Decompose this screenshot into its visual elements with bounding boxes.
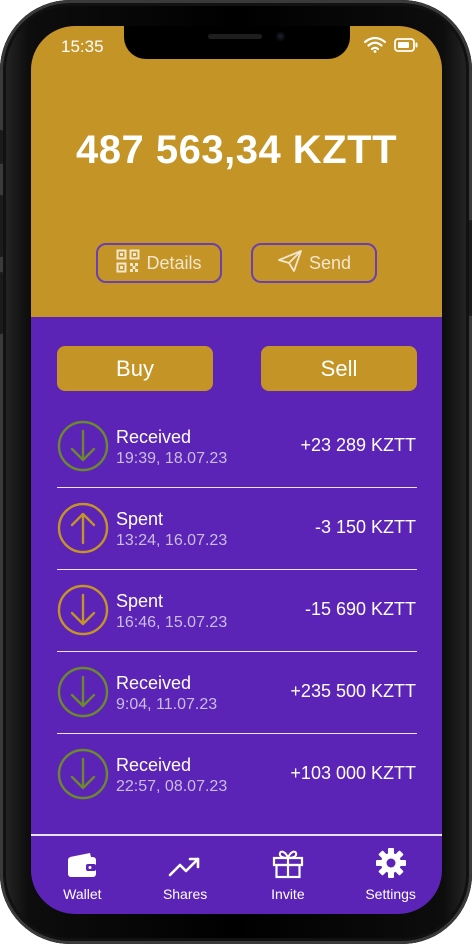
buy-button[interactable]: Buy [57,346,213,391]
transaction-type: Received [116,427,192,447]
transaction-row[interactable]: Received 22:57, 08.07.23 +103 000 KZTT [31,734,442,816]
wallet-balance: 487 563,34 KZTT [76,128,397,172]
transaction-row[interactable]: Spent 16:46, 15.07.23 -15 690 KZTT [31,570,442,652]
details-label: Details [146,252,202,273]
arrow-down-icon [57,584,109,636]
tab-label: Settings [365,886,416,902]
transaction-amount: +235 500 KZTT [290,681,416,701]
volume-down-button [0,272,3,334]
transaction-row[interactable]: Received 19:39, 18.07.23 +23 289 KZTT [31,406,442,488]
details-button[interactable]: Details [96,243,222,283]
tab-invite[interactable]: Invite [237,836,340,914]
transaction-amount: -15 690 KZTT [304,599,416,619]
transaction-amount: -3 150 KZTT [314,517,416,537]
phone-frame: 15:35 487 563,34 KZTT Details Send Buy S… [0,0,472,944]
wifi-icon [363,36,387,58]
tab-bar: Wallet Shares Invite Settings [31,836,442,914]
send-button[interactable]: Send [251,243,377,283]
gear-icon [375,847,407,882]
transaction-amount: +23 289 KZTT [300,435,416,455]
arrow-down-icon [57,420,109,472]
qr-code-icon [116,249,140,278]
paper-plane-icon [277,249,303,278]
front-camera [276,32,285,41]
transaction-type: Received [116,755,192,775]
wallet-icon [66,851,98,882]
transaction-row[interactable]: Received 9:04, 11.07.23 +235 500 KZTT [31,652,442,734]
transaction-date: 16:46, 15.07.23 [116,614,228,631]
status-icons [363,36,418,58]
arrow-down-icon [57,666,109,718]
tab-settings[interactable]: Settings [339,836,442,914]
transaction-date: 13:24, 16.07.23 [116,532,228,549]
volume-up-button [0,195,3,257]
send-label: Send [308,252,352,273]
balance-header: 15:35 487 563,34 KZTT Details Send [31,26,442,317]
arrow-down-icon [57,748,109,800]
sell-button[interactable]: Sell [261,346,417,391]
arrow-up-icon [57,502,109,554]
transaction-type: Spent [116,591,164,611]
transaction-date: 19:39, 18.07.23 [116,450,228,467]
tab-label: Wallet [63,886,102,902]
battery-icon [394,37,418,57]
notch [124,26,350,59]
tab-shares[interactable]: Shares [134,836,237,914]
transaction-date: 9:04, 11.07.23 [116,696,218,713]
mute-switch [0,130,3,164]
transaction-date: 22:57, 08.07.23 [116,778,228,795]
transaction-row[interactable]: Spent 13:24, 16.07.23 -3 150 KZTT [31,488,442,570]
screen: 15:35 487 563,34 KZTT Details Send Buy S… [31,26,442,914]
speaker [208,34,262,39]
transaction-list: Received 19:39, 18.07.23 +23 289 KZTT Sp… [31,406,442,816]
gift-icon [272,849,304,882]
tab-label: Shares [162,886,208,902]
tab-label: Invite [271,886,305,902]
transaction-type: Spent [116,509,164,529]
trend-icon [168,855,202,882]
transaction-type: Received [116,673,192,693]
tab-wallet[interactable]: Wallet [31,836,134,914]
transaction-amount: +103 000 KZTT [290,763,416,783]
status-time: 15:35 [61,37,104,56]
